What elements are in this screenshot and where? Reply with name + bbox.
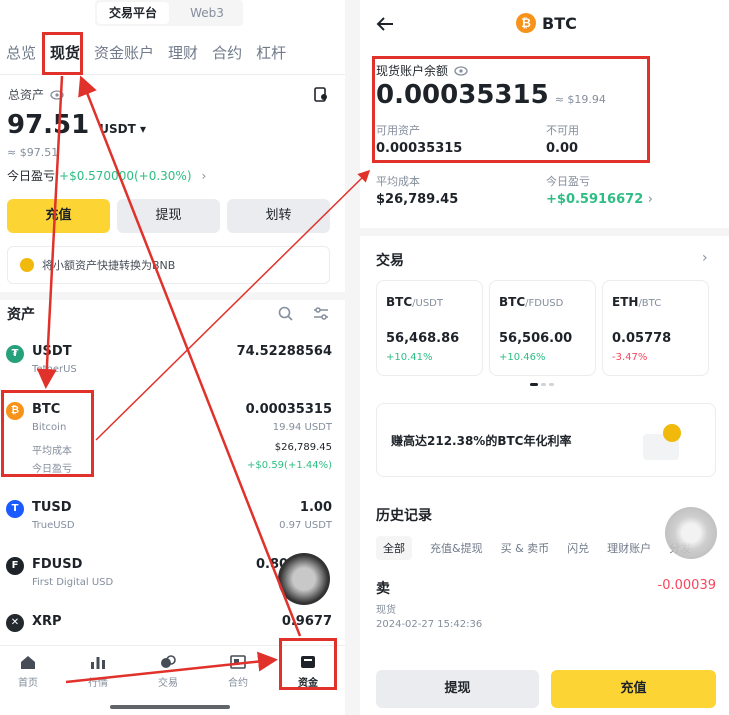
annotation-arrows bbox=[36, 75, 371, 684]
